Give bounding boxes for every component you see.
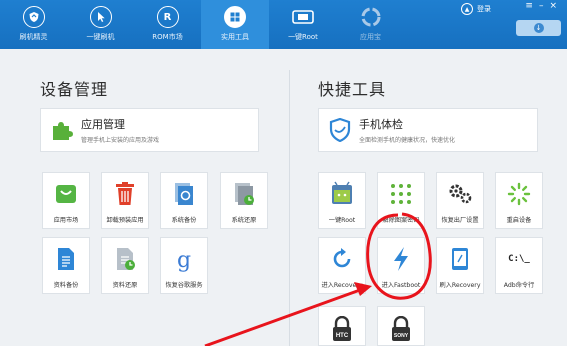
annotation-arrow-line (204, 288, 361, 346)
annotation-arrow-head (354, 282, 372, 296)
annotation-circle (366, 212, 432, 300)
annotation-overlay (204, 212, 432, 346)
